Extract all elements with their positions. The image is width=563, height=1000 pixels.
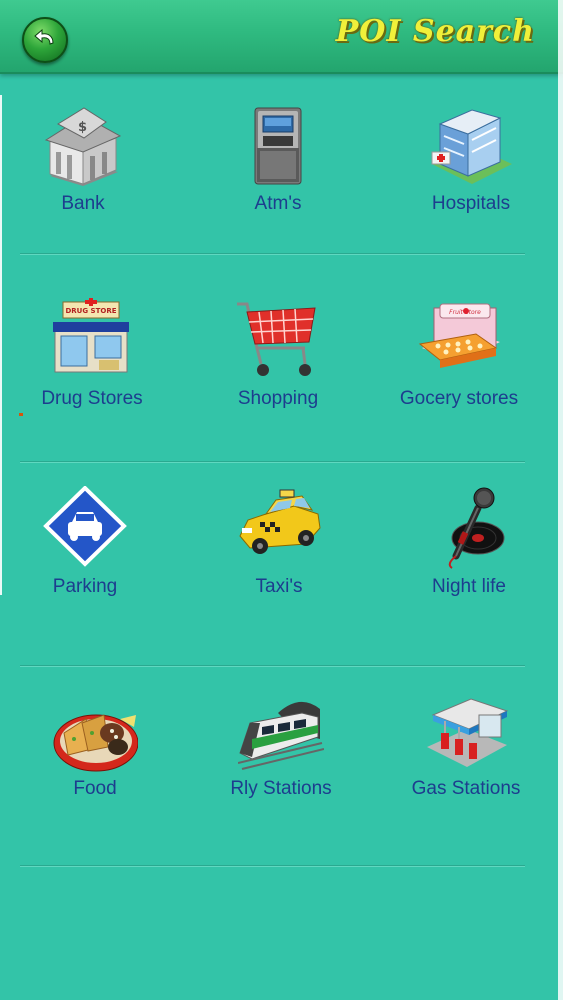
category-grocery-stores[interactable]: Fruit Store Gocery stores [374,253,544,423]
category-row: $ Bank Atm's Hospitals [0,72,558,254]
category-label: Atm's [254,193,302,214]
category-label: Rly Stations [230,778,332,799]
hospital-icon [431,109,512,184]
taxi-icon [239,489,321,554]
atm-icon [254,107,302,185]
category-row: DRUG STORE Drug Stores Shopping Fruit St… [0,253,558,462]
category-bank[interactable]: $ Bank [0,72,168,242]
food-icon [53,714,139,772]
drug-store-icon: DRUG STORE [53,298,129,373]
category-label: Food [73,778,117,799]
category-food[interactable]: Food [10,665,180,835]
category-gas-stations[interactable]: Gas Stations [381,665,551,835]
category-label: Hospitals [431,193,511,214]
train-icon [237,701,325,770]
category-parking[interactable]: Parking [0,461,170,631]
category-shopping[interactable]: Shopping [193,253,363,423]
grocery-store-icon: Fruit Store [418,303,500,368]
microphone-icon [448,487,505,569]
category-row: Food Rly Stations Gas Stations [0,665,558,866]
right-edge-strip [558,0,563,1000]
stray-dot [19,413,23,416]
gas-station-icon [427,698,509,767]
category-label: Shopping [237,388,319,409]
row-divider [20,865,525,866]
back-arrow-icon [34,28,54,45]
svg-text:DRUG STORE: DRUG STORE [65,307,116,315]
category-label: Drug Stores [41,388,143,409]
category-label: Gas Stations [411,778,521,799]
back-button[interactable] [22,17,68,63]
category-grid: $ Bank Atm's Hospitals DRUG STORE Drug S… [0,72,558,866]
svg-text:$: $ [78,120,87,135]
parking-icon [43,485,127,567]
category-atm[interactable]: Atm's [193,72,363,242]
category-taxis[interactable]: Taxi's [194,461,364,631]
category-drug-stores[interactable]: DRUG STORE Drug Stores [7,253,177,423]
header-bar: POI Search [0,0,563,74]
category-label: Night life [432,576,506,597]
shopping-cart-icon [237,302,316,376]
bank-icon: $ [44,107,122,186]
category-hospitals[interactable]: Hospitals [386,72,556,242]
category-label: Parking [52,576,118,597]
category-rly-stations[interactable]: Rly Stations [196,665,366,835]
category-label: Bank [61,193,105,214]
category-label: Taxi's [255,576,303,597]
category-row: Parking Taxi's Night life [0,461,558,666]
page-title: POI Search [335,14,535,49]
category-label: Gocery stores [399,388,519,409]
category-night-life[interactable]: Night life [384,461,554,631]
